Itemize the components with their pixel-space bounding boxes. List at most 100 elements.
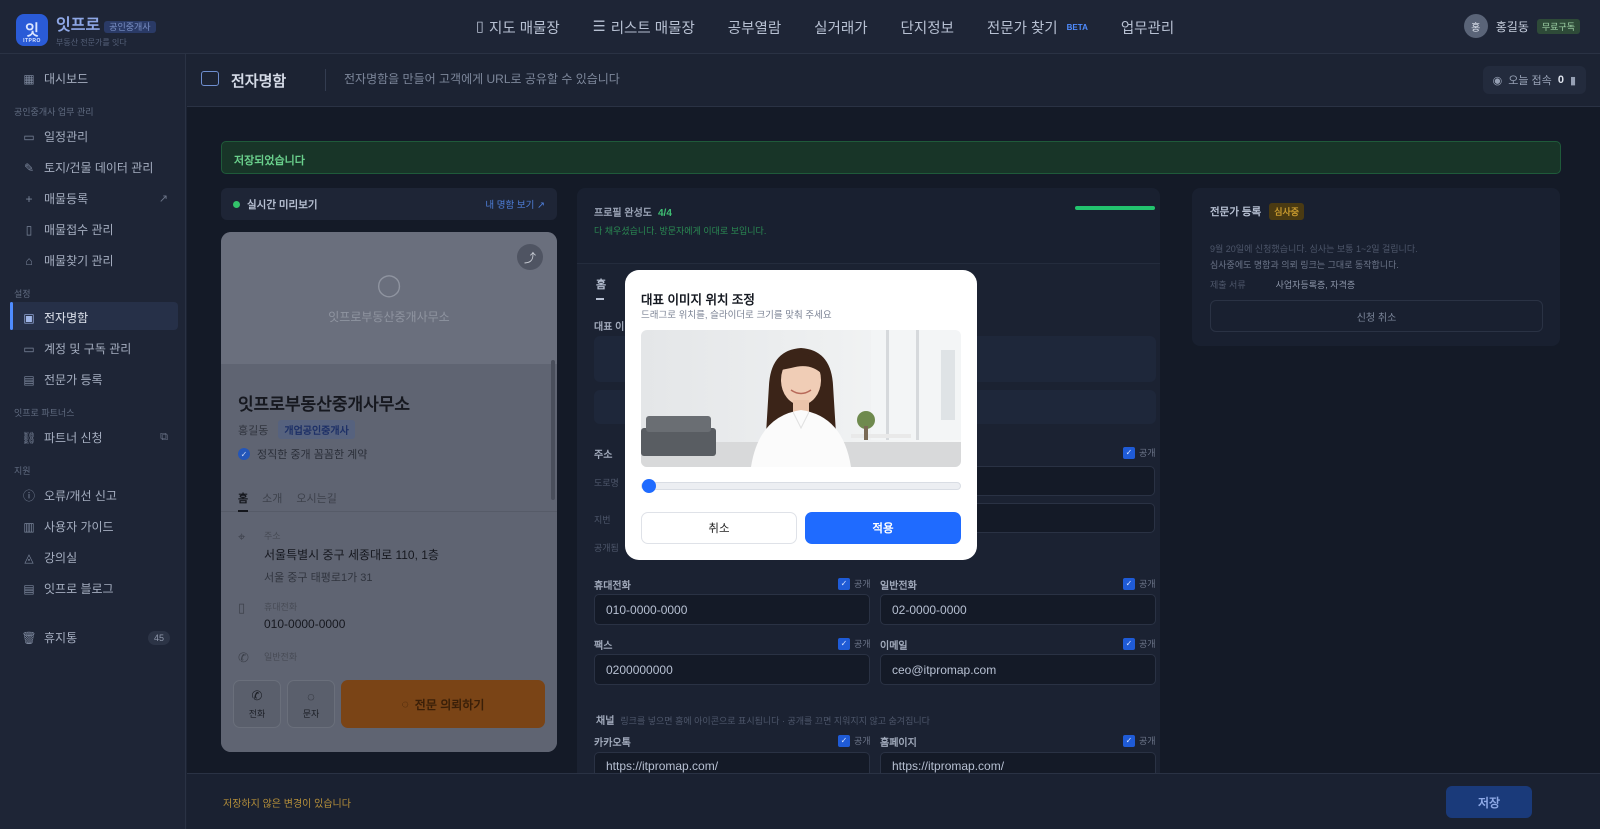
email-input[interactable]: ceo@itpromap.com [880, 654, 1156, 685]
sidebar-item-label: 사용자 가이드 [44, 520, 114, 534]
phone-field-label: 일반전화 [880, 581, 917, 592]
sidebar-item-ecard[interactable]: ▣ 전자명함 [22, 309, 168, 326]
card-tab-intro[interactable]: 소개 [262, 480, 282, 511]
sidebar-item-schedule[interactable]: ▭ 일정관리 [22, 128, 168, 145]
kakao-input[interactable]: https://itpromap.com/ [594, 752, 870, 773]
modal-subtitle: 드래그로 위치를, 슬라이더로 크기를 맞춰 주세요 [641, 310, 832, 321]
public-label: 공개 [1139, 639, 1156, 649]
live-dot [233, 200, 240, 208]
homepage-input[interactable]: https://itpromap.com/ [880, 752, 1156, 773]
sidebar-item-lecture[interactable]: ◬ 강의실 [22, 549, 168, 566]
card-preview: ◯ 잇프로부동산중개사무소 ⤴ 잇프로부동산중개사무소 홍길동 개업공인중개사 … [221, 232, 557, 752]
cancel-application-button[interactable]: 신청 취소 [1210, 300, 1543, 332]
card-tab-directions[interactable]: 오시는길 [296, 480, 336, 511]
call-button[interactable]: ✆ 전화 [233, 680, 281, 728]
nav-list-listings[interactable]: ☰ 리스트 매물장 [593, 17, 695, 38]
profile-photo [641, 330, 961, 467]
address-row: ⌖ 주소 서울특별시 중구 세종대로 110, 1층 서울 중구 태평로1가 3… [238, 529, 439, 585]
sidebar-section-label: 잇프로 파트너스 [14, 408, 75, 418]
check-circle-icon: ✓ [238, 448, 250, 460]
nav-work-management[interactable]: 업무관리 [1121, 17, 1174, 38]
sidebar-item-label: 잇프로 블로그 [44, 582, 114, 596]
sidebar-item-bug-report[interactable]: ⓘ 오류/개선 신고 [22, 487, 168, 504]
address-public-toggle[interactable]: ✓ 공개 [1123, 446, 1156, 459]
checkbox-icon: ✓ [838, 637, 850, 650]
sidebar-item-listing-find[interactable]: ⌂ 매물찾기 관리 [22, 252, 168, 269]
phone-icon: ✆ [251, 688, 263, 703]
email-public-toggle[interactable]: ✓ 공개 [1123, 637, 1156, 650]
sms-label: 문자 [302, 708, 320, 719]
sidebar-item-listing-intake[interactable]: ▯ 매물접수 관리 [22, 221, 168, 238]
app-slogan: 부동산 전문가를 잇다 [56, 38, 127, 47]
top-navigation-bar: 잇 ITPRO 잇프로 공인중개사 부동산 전문가를 잇다 ▯ 지도 매물장 ☰ 리스… [0, 0, 1600, 54]
fax-public-toggle[interactable]: ✓ 공개 [838, 637, 871, 650]
sidebar-item-blog[interactable]: ▤ 잇프로 블로그 [22, 580, 168, 597]
nav-map-listings[interactable]: ▯ 지도 매물장 [476, 17, 560, 38]
save-button[interactable]: 저장 [1446, 786, 1532, 818]
sidebar-item-partner-apply[interactable]: ⛓ 파트너 신청 ⧉ [21, 429, 168, 446]
public-label: 공개 [1139, 736, 1156, 746]
modal-cancel-button[interactable]: 취소 [641, 512, 797, 544]
share-icon[interactable]: ⤴ [517, 244, 543, 270]
app-logo[interactable]: 잇 ITPRO 잇프로 공인중개사 부동산 전문가를 잇다 [16, 11, 156, 48]
app-name: 잇프로 [56, 17, 101, 34]
nav-label: 단지정보 [900, 20, 954, 37]
homepage-public-toggle[interactable]: ✓ 공개 [1123, 734, 1156, 747]
external-link-icon: ⧉ [160, 431, 168, 443]
sidebar-item-dashboard[interactable]: ▦ 대시보드 [22, 70, 168, 87]
owner-line: 홍길동 개업공인중개사 [238, 420, 355, 439]
sidebar-item-account[interactable]: ▭ 계정 및 구독 관리 [22, 340, 168, 357]
modal-apply-button[interactable]: 적용 [805, 512, 961, 544]
preview-scrollbar[interactable] [551, 360, 555, 500]
expert-docs-row: 제출 서류 사업자등록증, 자격증 [1210, 278, 1355, 291]
phone-input[interactable]: 02-0000-0000 [880, 594, 1156, 625]
completion-title: 프로필 완성도 [594, 208, 652, 219]
card-tab-home[interactable]: 홈 [238, 480, 249, 512]
mobile-public-toggle[interactable]: ✓ 공개 [838, 577, 871, 590]
sidebar-item-guide[interactable]: ▥ 사용자 가이드 [22, 518, 168, 535]
view-my-card-link[interactable]: 내 명함 보기 ↗ [485, 197, 545, 211]
checkbox-icon: ✓ [1123, 637, 1135, 650]
public-label: 공개 [854, 579, 871, 589]
save-toast: 저장되었습니다 [221, 141, 1561, 174]
image-crop-area[interactable] [641, 330, 961, 467]
nav-transactions[interactable]: 실거래가 [814, 17, 867, 38]
sidebar-section-label: 공인중개사 업무 관리 [14, 107, 94, 117]
address-road-field[interactable] [968, 466, 1155, 496]
sidebar-item-listing-add[interactable]: + 매물등록 ↗ [22, 190, 168, 207]
sidebar-item-label: 일정관리 [44, 130, 89, 144]
lot-faint-label: 지번 [594, 515, 611, 525]
today-visits: ◉ 오늘 접속 0 ▮ [1482, 66, 1586, 94]
sms-button[interactable]: ◌ 문자 [287, 680, 335, 728]
unsaved-changes-text: 저장하지 않은 변경이 있습니다 [223, 799, 351, 810]
main-nav: ▯ 지도 매물장 ☰ 리스트 매물장 공부열람 실거래가 단지정보 전문가 찾기 BE… [476, 0, 1207, 54]
user-icon: ◯ [376, 272, 402, 297]
kakao-public-toggle[interactable]: ✓ 공개 [838, 734, 871, 747]
address-road: 서울특별시 중구 세종대로 110, 1층 [264, 548, 439, 562]
link-icon: ⛓ [21, 430, 37, 445]
sidebar-item-land-data[interactable]: ✎ 토지/건물 데이터 관리 [22, 159, 168, 176]
nav-find-expert[interactable]: 전문가 찾기 BETA [987, 17, 1088, 38]
user-menu[interactable]: 홍 홍길동 무료구독 [1463, 14, 1580, 38]
fax-input[interactable]: 0200000000 [594, 654, 870, 685]
fax-field-label: 팩스 [594, 641, 613, 652]
zoom-slider[interactable] [641, 479, 961, 493]
consult-button[interactable]: ◌ 전문 의뢰하기 [341, 680, 545, 728]
nav-public-records[interactable]: 공부열람 [728, 17, 781, 38]
sidebar-item-label: 파트너 신청 [44, 431, 103, 445]
phone-public-toggle[interactable]: ✓ 공개 [1123, 577, 1156, 590]
address-lot-field[interactable] [968, 503, 1155, 533]
mobile-input[interactable]: 010-0000-0000 [594, 594, 870, 625]
owner-name: 홍길동 [238, 424, 269, 437]
nav-label: 전문가 찾기 [986, 20, 1058, 37]
zoom-slider-handle[interactable] [642, 479, 656, 493]
checkbox-icon: ✓ [1123, 446, 1135, 459]
nav-complex-info[interactable]: 단지정보 [901, 17, 954, 38]
sidebar-item-expert-reg[interactable]: ▤ 전문가 등록 [22, 371, 168, 388]
graduation-cap-icon: ◬ [24, 550, 34, 565]
sidebar-item-trash[interactable]: 🗑 휴지통 45 [21, 629, 170, 646]
phone-icon: ✆ [238, 650, 249, 665]
docs-label: 제출 서류 [1210, 280, 1246, 290]
form-tab-home[interactable]: 홈 [596, 276, 606, 292]
bar-chart-icon: ▮ [1569, 74, 1576, 87]
